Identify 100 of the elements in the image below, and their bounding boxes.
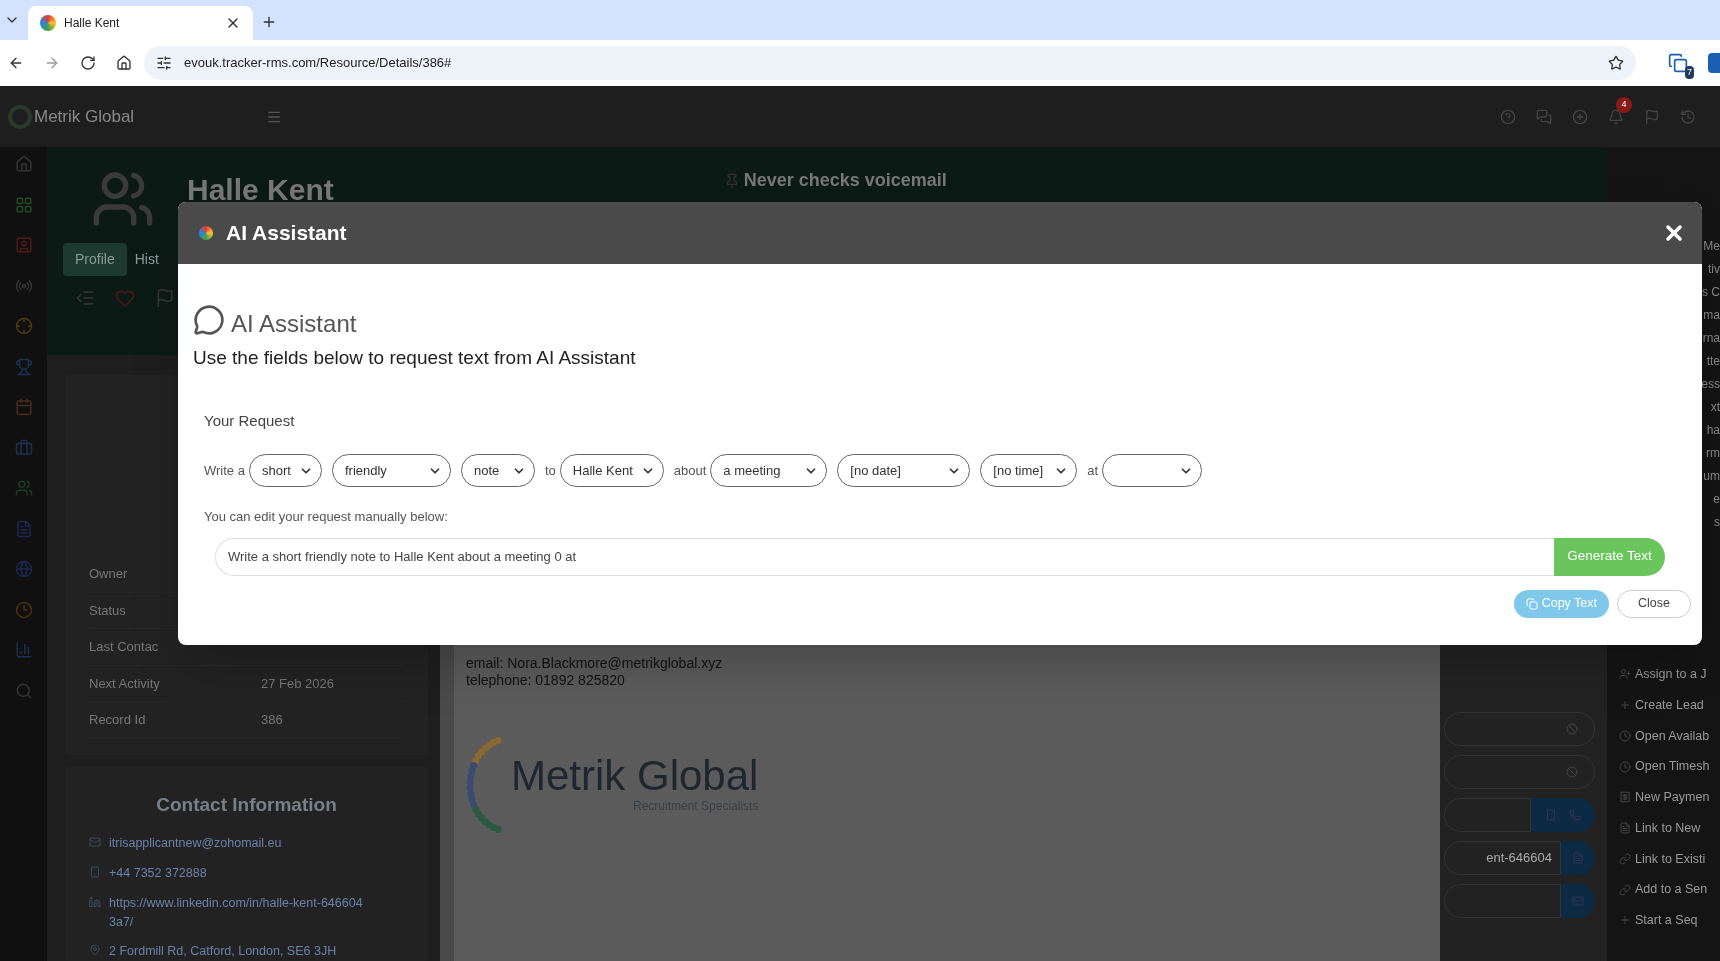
email-button[interactable] [1561, 883, 1595, 918]
request-word: at [1087, 461, 1099, 480]
action-menu-item[interactable]: Create Lead [1619, 695, 1720, 715]
globe-icon[interactable] [14, 560, 33, 578]
mail-icon [1572, 894, 1584, 907]
request-word: about [673, 461, 707, 480]
mail-icon [89, 836, 101, 849]
bar-chart-icon[interactable] [14, 641, 33, 659]
notification-bell-icon[interactable] [1608, 108, 1624, 125]
dialog-title: AI Assistant [226, 220, 348, 247]
contact-detail[interactable]: +44 7352 372888 [109, 864, 369, 883]
action-menu-item[interactable]: Link to Existi [1619, 849, 1720, 869]
notification-badge: 4 [1616, 96, 1632, 113]
blocked-icon [1566, 765, 1578, 778]
help-icon[interactable] [1500, 108, 1516, 125]
contact-detail[interactable]: https://www.linkedin.com/in/halle-kent-6466043a7/ [109, 893, 369, 932]
users-icon [1619, 668, 1631, 681]
contact-detail: 2 Fordmill Rd, Catford, London, SE6 3JH [109, 943, 338, 961]
chat-bubble-icon [193, 304, 225, 336]
detail-value: 386 [261, 711, 283, 730]
menu-text-fragment: tte [1706, 354, 1720, 368]
detail-value: 27 Feb 2026 [261, 674, 334, 693]
phone-icon [1545, 808, 1557, 821]
card-heading: Contact Information [155, 792, 338, 817]
plus-icon [1619, 914, 1631, 927]
trophy-icon[interactable] [14, 357, 33, 376]
detail-label: Next Activity [89, 674, 161, 693]
menu-text-fragment: tiv [1708, 262, 1720, 276]
dialog-subtitle: Use the fields below to request text from AI Assistant [193, 346, 637, 370]
action-menu-item[interactable]: Link to New [1619, 818, 1720, 838]
back-icon[interactable] [8, 55, 24, 71]
url-text: evouk.tracker-rms.com/Resource/Details/386# [184, 54, 453, 73]
request-word: Write a [204, 461, 245, 480]
chat-icon[interactable] [1536, 108, 1552, 125]
briefcase-icon[interactable] [14, 438, 33, 457]
flag-icon[interactable] [1644, 108, 1660, 125]
document-icon [1572, 851, 1584, 864]
flag-icon[interactable] [155, 288, 175, 308]
address-bar[interactable]: evouk.tracker-rms.com/Resource/Details/386# [144, 46, 1636, 80]
calendar-icon[interactable] [14, 398, 33, 416]
profile-tagline: Never checks voicemail [743, 169, 947, 192]
menu-text-fragment: xt [1710, 400, 1720, 414]
logo-wordmark: Metrik Global [511, 754, 759, 797]
new-tab-icon[interactable] [261, 14, 277, 30]
linkedin-icon [89, 895, 101, 908]
profile-tab[interactable]: Hist [130, 243, 163, 276]
location-icon [89, 944, 101, 957]
detail-label: Record Id [89, 711, 147, 730]
clock-icon [1619, 729, 1631, 742]
extension-icon[interactable] [1668, 53, 1688, 73]
menu-text-fragment: s C [1702, 285, 1720, 299]
contact-card-icon[interactable] [14, 236, 33, 254]
menu-text-fragment: e [1713, 492, 1720, 506]
menu-text-fragment: ma [1703, 308, 1720, 322]
profile-tab[interactable]: Profile [63, 243, 127, 276]
document-icon [1619, 822, 1631, 835]
action-menu-item[interactable]: Assign to a J [1619, 665, 1720, 684]
menu-text-fragment: s [1714, 515, 1720, 529]
logo-text: Metrik Global [34, 105, 135, 128]
action-menu-item[interactable]: Open Timesh [1619, 757, 1720, 776]
document-icon[interactable] [14, 519, 33, 538]
section-heading: AI Assistant [231, 312, 357, 336]
link-icon [1619, 883, 1631, 896]
open-button[interactable] [1561, 840, 1595, 875]
reload-icon[interactable] [80, 55, 96, 71]
detail-label: Status [89, 601, 127, 620]
call-button[interactable] [1531, 797, 1595, 832]
plus-icon [1619, 699, 1631, 712]
target-icon[interactable] [14, 317, 33, 335]
detail-label: Last Contac [89, 638, 160, 657]
search-icon[interactable] [14, 681, 33, 700]
action-menu-item[interactable]: Open Availab [1619, 726, 1720, 746]
site-logo-icon [40, 15, 56, 31]
action-menu-item[interactable]: New Paymen [1619, 788, 1720, 807]
list-icon[interactable] [75, 288, 95, 308]
menu-text-fragment: rm [1706, 446, 1720, 460]
forward-icon[interactable] [44, 55, 60, 71]
contact-detail[interactable]: itrisapplicantnew@zohomail.eu [109, 834, 369, 853]
link-icon [1619, 852, 1631, 865]
action-menu-item[interactable]: Start a Seq [1619, 911, 1720, 930]
blocked-icon [1566, 722, 1578, 735]
heart-icon[interactable] [115, 288, 135, 308]
menu-text-fragment: um [1703, 469, 1720, 483]
add-icon[interactable] [1572, 108, 1588, 125]
history-icon[interactable] [1680, 108, 1696, 125]
profile-name: Halle Kent [187, 172, 334, 208]
clock-icon [1619, 760, 1631, 773]
menu-text-fragment: ess [1701, 377, 1720, 391]
clock-icon[interactable] [14, 600, 33, 619]
bookmark-star-icon[interactable] [1608, 55, 1624, 71]
action-menu-item[interactable]: Add to a Sen [1619, 880, 1720, 899]
tab-title: Halle Kent [64, 15, 121, 32]
extension-badge: 7 [1685, 65, 1694, 79]
home-icon[interactable] [116, 55, 132, 71]
users-icon[interactable] [14, 479, 33, 497]
browser-tab[interactable]: Halle Kent [28, 6, 253, 40]
grid-icon[interactable] [14, 195, 33, 214]
copy-icon [1525, 597, 1538, 610]
site-settings-icon[interactable] [156, 55, 172, 71]
detail-label: Owner [89, 565, 129, 584]
